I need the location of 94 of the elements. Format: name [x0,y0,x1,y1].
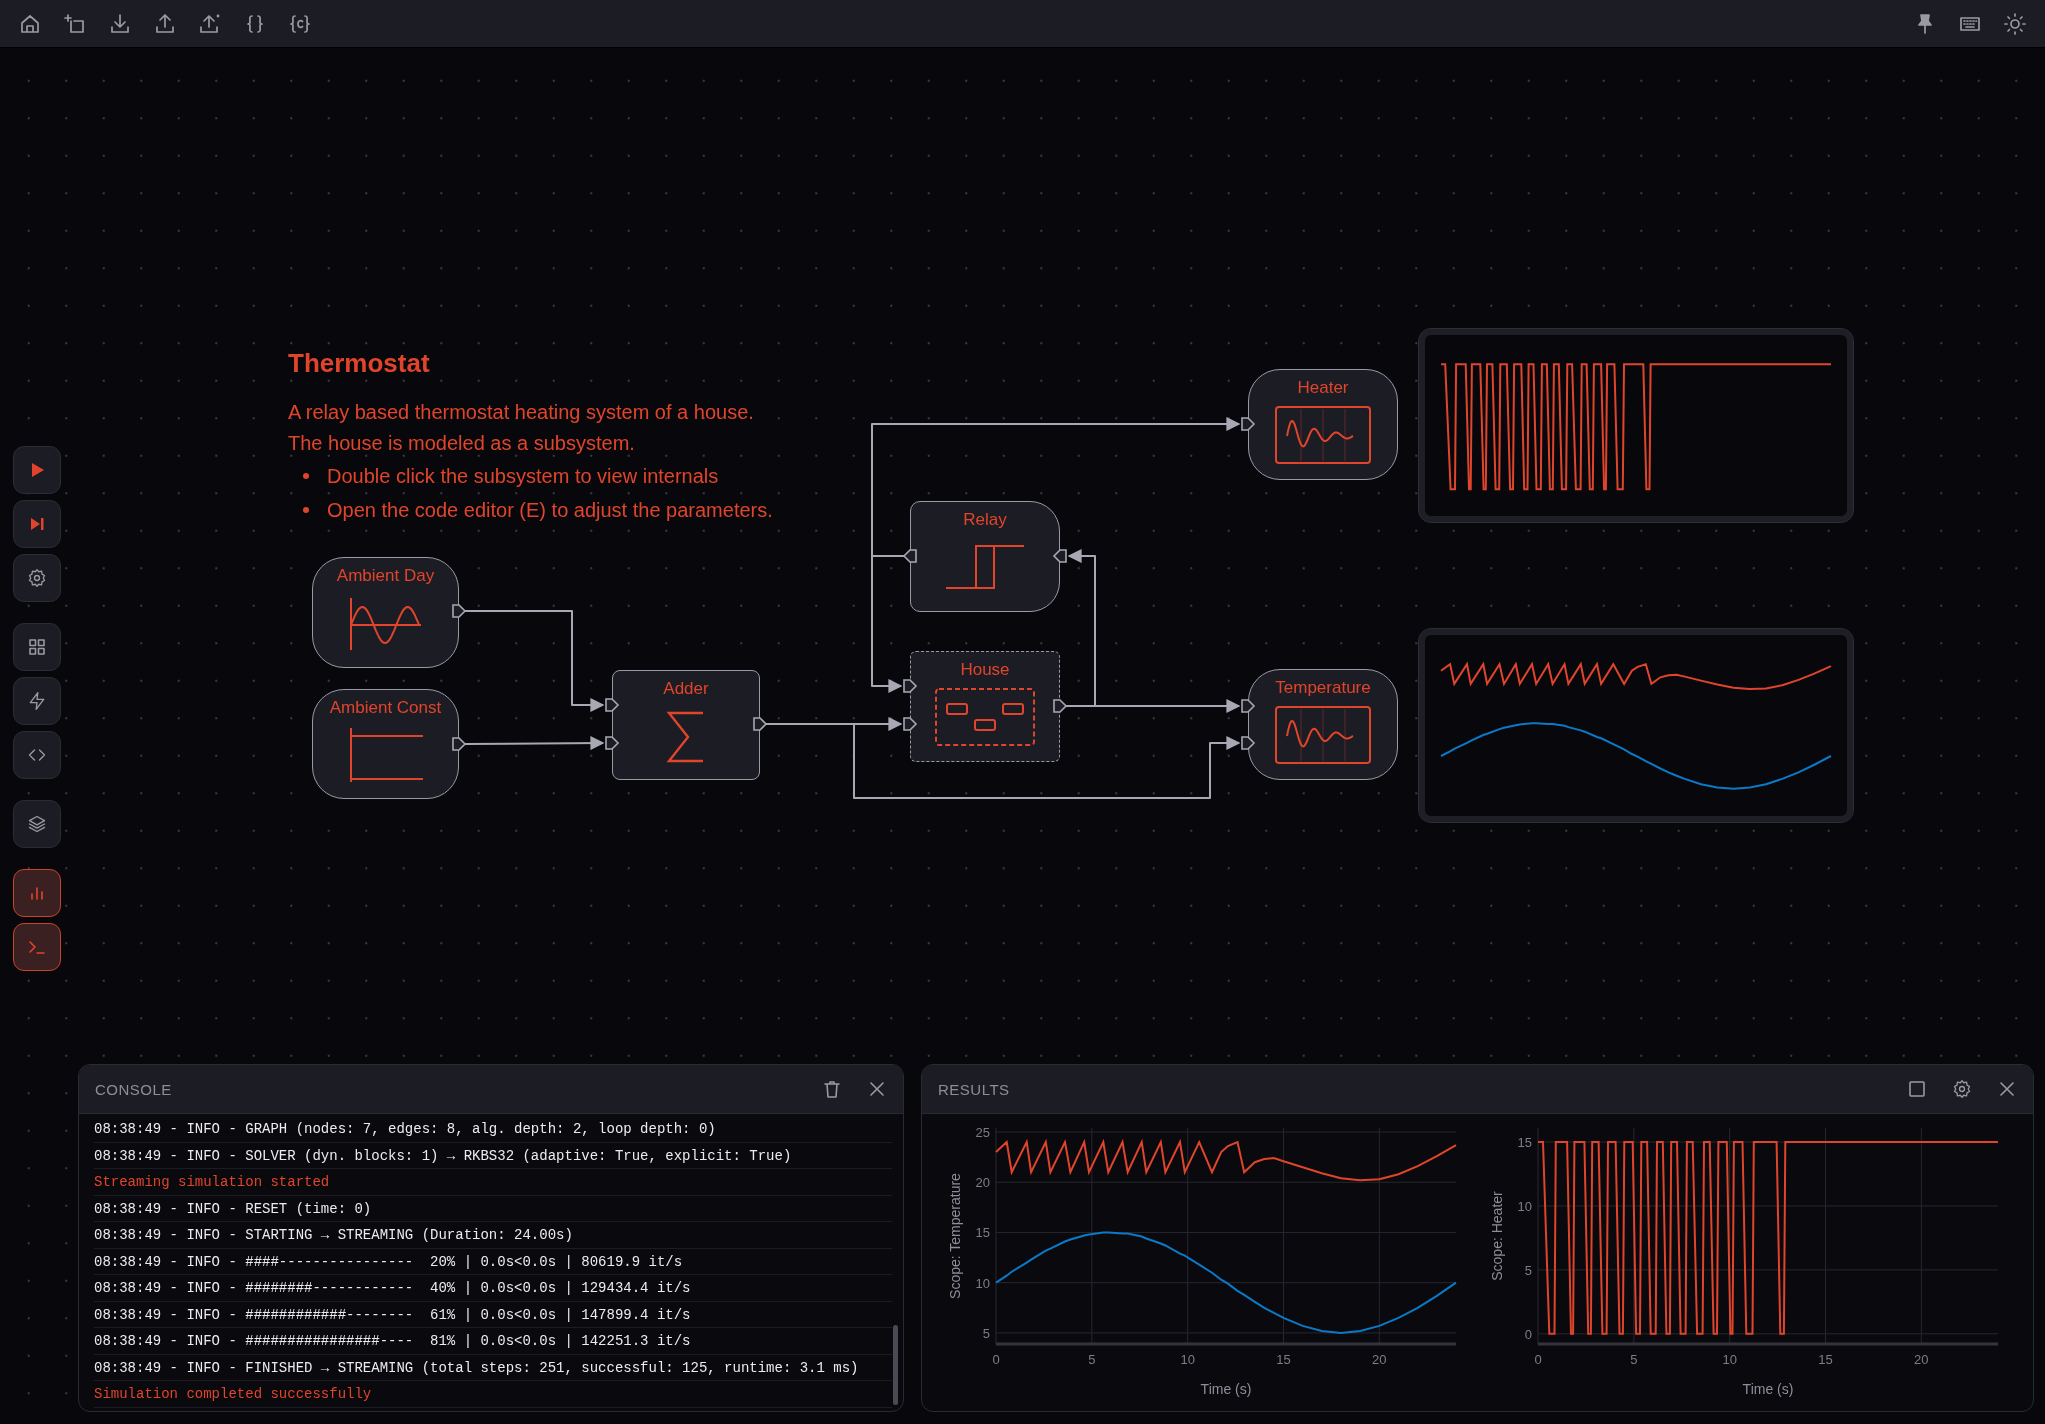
log-line: 08:38:49 - INFO - ############-------- 61% | 0.0s<0.0s | 147899.4 it/s [94,1301,892,1328]
trash-icon[interactable] [822,1079,842,1099]
tick-label: 0 [992,1352,1000,1367]
tick-label: 5 [1088,1352,1096,1367]
close-icon[interactable] [1997,1079,2017,1099]
scrollbar[interactable] [893,1325,898,1405]
settings-icon [27,568,47,588]
tick-label: 20 [1372,1352,1387,1367]
bullet-dot [303,473,309,479]
axis-title: Scope: Temperature [947,1173,963,1299]
bullet-dot [303,507,309,513]
port[interactable] [1052,549,1067,563]
panel-title: RESULTS [938,1080,1010,1098]
block-node[interactable]: Relay [910,501,1060,612]
axis-title: Time (s) [1742,1381,1793,1397]
annotation-title: Thermostat [288,348,431,379]
annotation-text: A relay based thermostat heating system of a house. [288,400,755,425]
tick-label: 10 [975,1275,990,1291]
block-node[interactable]: Temperature [1248,669,1398,780]
axis-title: Scope: Heater [1488,1191,1505,1281]
tick-label: 0 [1524,1326,1532,1342]
bullet-text: Open the code editor (E) to adjust the parameters. [327,498,773,523]
tick-label: 25 [975,1125,990,1140]
annotation-text: The house is modeled as a subsystem. [288,431,636,456]
tick-label: 5 [1629,1352,1637,1367]
block-label: Ambient Day [336,566,435,586]
scope-icon [1273,404,1373,466]
bullet-text: Double click the subsystem to view internals [327,464,719,489]
block-label: Relay [963,510,1007,530]
block-label: Adder [663,679,709,699]
tick-label: 20 [975,1175,990,1191]
settings-icon[interactable] [1952,1079,1972,1099]
port[interactable] [903,679,918,693]
log-line: 08:38:49 - INFO - GRAPH (nodes: 7, edges: 8, alg. depth: 2, loop depth: 0) [94,1116,892,1143]
tick-label: 15 [975,1225,990,1241]
block-label: Temperature [1275,678,1371,698]
block-label: House [960,660,1010,680]
tick-label: 0 [1533,1352,1542,1367]
port[interactable] [1241,736,1256,750]
layers-icon [27,814,47,834]
bolt-button[interactable] [13,677,61,725]
tick-label: 5 [982,1325,990,1341]
port[interactable] [1241,699,1256,713]
port[interactable] [452,737,467,751]
block-node[interactable]: Ambient Const [312,689,459,799]
settings-button[interactable] [13,554,61,602]
log-line: 08:38:49 - INFO - ################---- 81% | 0.0s<0.0s | 142251.3 it/s [94,1328,892,1355]
port[interactable] [902,549,917,563]
subsystem-icon [933,686,1037,748]
log-line: 08:38:49 - INFO - STARTING → STREAMING (Duration: 24.00s) [94,1222,892,1249]
block-node[interactable]: Adder [612,670,760,780]
tick-label: 10 [1721,1352,1737,1367]
lightning-icon [27,691,47,711]
port[interactable] [1053,699,1068,713]
tick-label: 5 [1524,1262,1532,1278]
upload-icon[interactable] [153,11,177,36]
port[interactable] [605,736,620,750]
log-line: Streaming simulation started [94,1169,892,1196]
tick-label: 15 [1276,1352,1291,1367]
log-line: Simulation completed successfully [94,1381,892,1408]
chart-button[interactable] [13,869,61,917]
log-line: 08:38:49 - INFO - ####---------------- 20% | 0.0s<0.0s | 80619.9 it/s [94,1248,892,1275]
grid-button[interactable] [13,623,61,671]
play-button[interactable] [13,446,61,494]
layers-button[interactable] [13,800,61,848]
log-line: 08:38:49 - INFO - ########------------ 40% | 0.0s<0.0s | 129434.4 it/s [94,1275,892,1302]
port[interactable] [1241,417,1256,431]
maximize-icon[interactable] [1907,1079,1927,1099]
axis-title: Time (s) [1200,1381,1252,1397]
log-line: 08:38:49 - INFO - SOLVER (dyn. blocks: 1) → RKBS32 (adaptive: True, explicit: True) [94,1142,892,1169]
tick-label: 15 [1517,1135,1532,1151]
port[interactable] [605,698,620,712]
step-button[interactable] [13,500,61,548]
grid-icon [27,637,47,657]
log-line: 08:38:49 - INFO - RESET (time: 0) [94,1195,892,1222]
download-icon[interactable] [108,11,132,36]
port[interactable] [753,717,768,731]
tick-label: 10 [1517,1198,1532,1214]
scope-icon [1273,704,1373,766]
tick-label: 10 [1180,1352,1195,1367]
sun-icon[interactable] [2003,11,2027,36]
port[interactable] [903,717,918,731]
terminal-button[interactable] [13,923,61,971]
block-node[interactable]: Ambient Day [312,557,459,668]
block-label: Ambient Const [329,698,442,718]
tick-label: 20 [1913,1352,1929,1367]
close-icon[interactable] [867,1079,887,1099]
block-label: Heater [1297,378,1349,398]
panel-title: CONSOLE [95,1080,172,1098]
block-node[interactable]: Heater [1248,369,1398,480]
block-node[interactable]: House [910,651,1060,762]
tick-label: 15 [1817,1352,1833,1367]
log-line: 08:38:49 - INFO - FINISHED → STREAMING (total steps: 251, successful: 125, runtime: 3.1 ms) [94,1354,892,1381]
port[interactable] [452,604,467,618]
